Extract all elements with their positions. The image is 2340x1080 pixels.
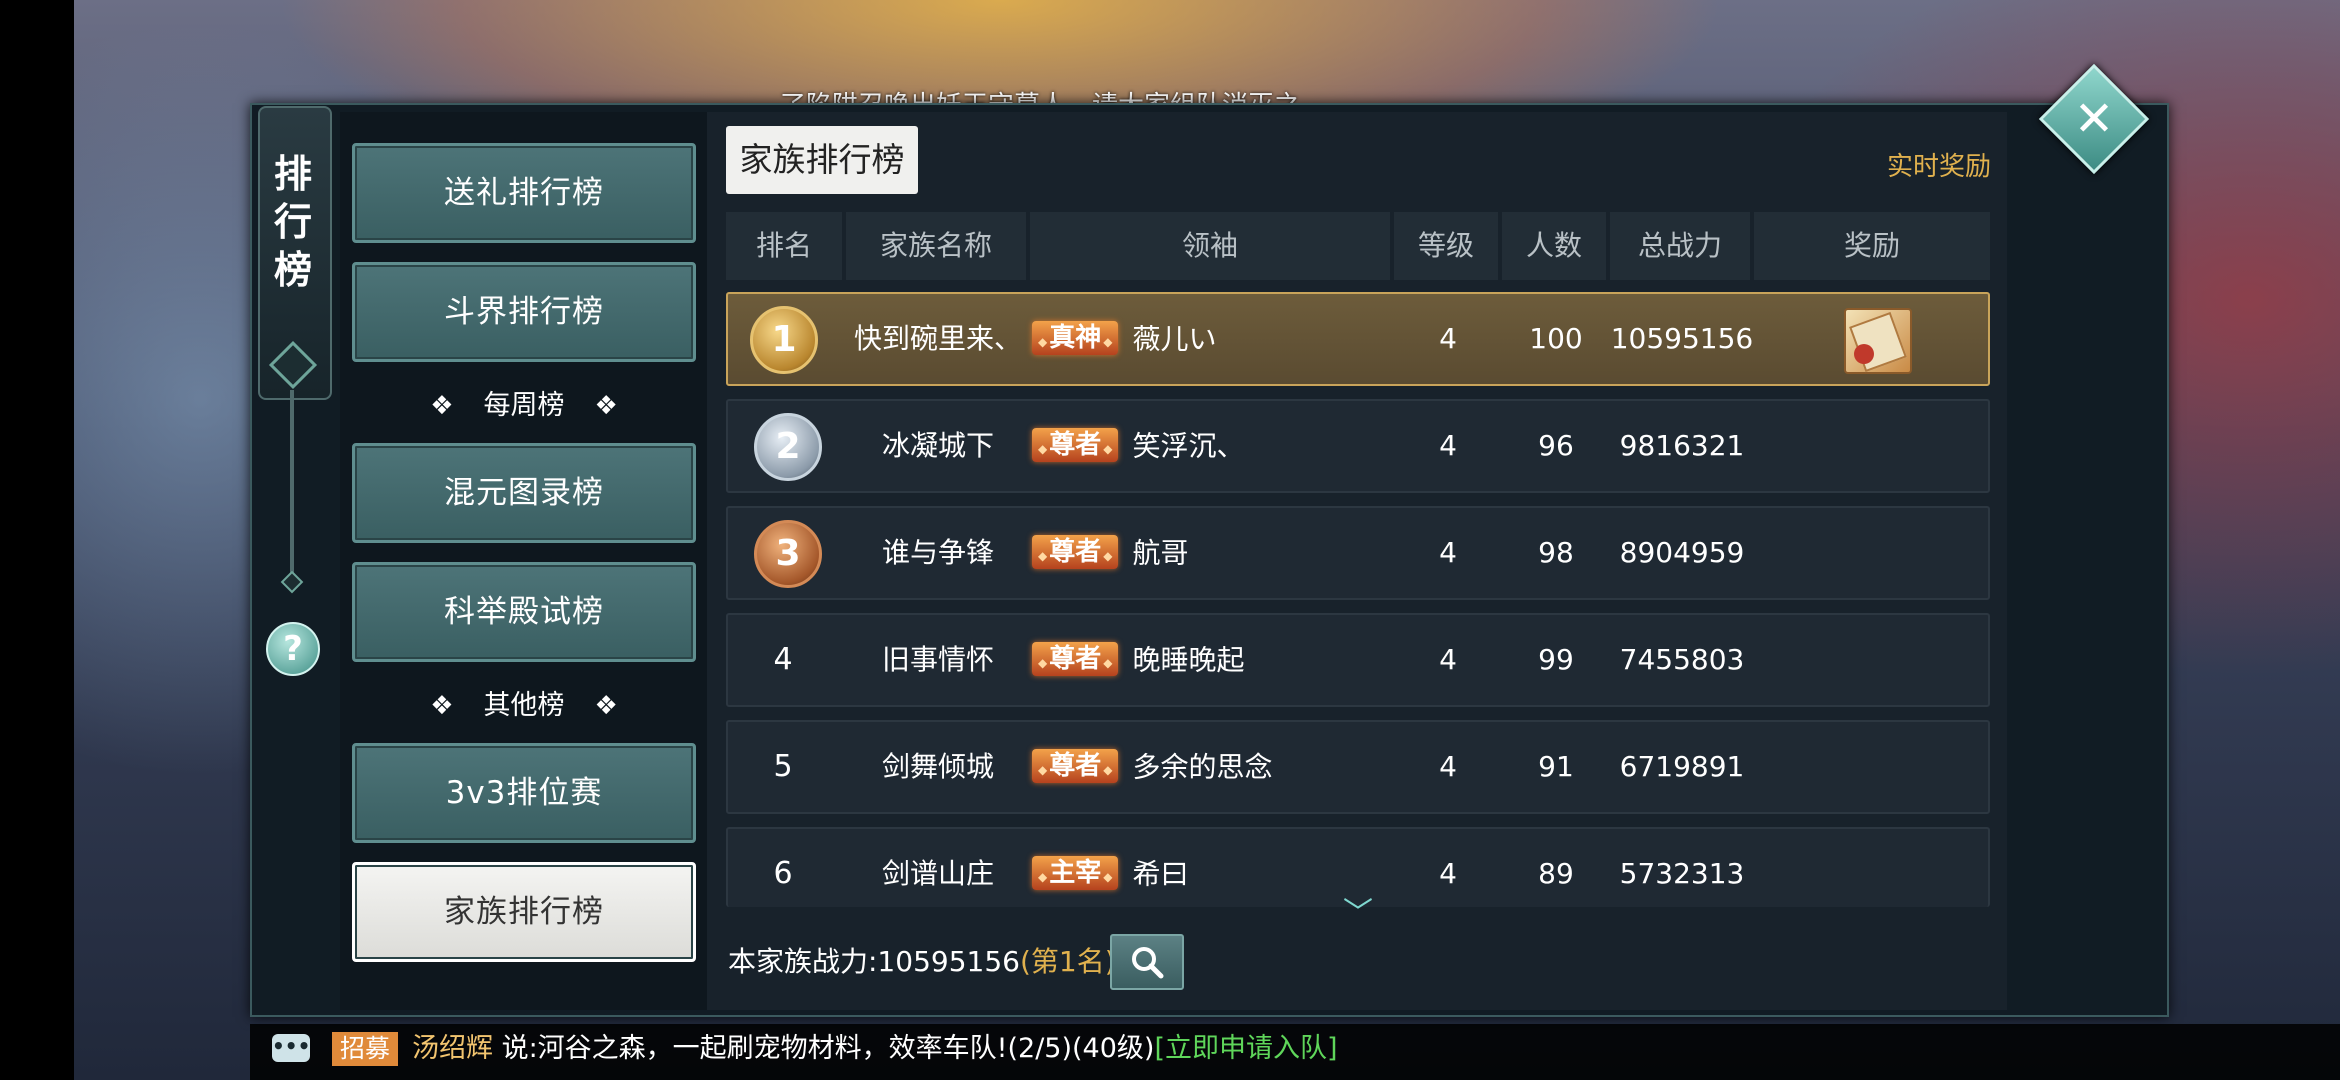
diamond-icon: ❖ — [594, 391, 618, 421]
title-badge: 尊者 — [1032, 534, 1119, 569]
menu-family-ranking[interactable]: 家族排行榜 — [352, 862, 696, 962]
level-value: 4 — [1439, 429, 1457, 462]
rank-value: 5 — [773, 749, 793, 784]
gold-medal-icon: 1 — [750, 306, 818, 374]
scroll-reward-icon[interactable] — [1844, 308, 1912, 374]
col-level: 等级 — [1394, 212, 1498, 280]
col-family: 家族名称 — [846, 212, 1026, 280]
family-name: 剑谱山庄 — [881, 857, 994, 890]
power-value: 5732313 — [1619, 857, 1745, 890]
silver-medal-icon: 2 — [754, 413, 822, 481]
table-row[interactable]: 2 冰凝城下 尊者笑浮沉、 4 96 9816321 — [726, 399, 1990, 493]
title-badge: 尊者 — [1032, 641, 1119, 676]
table-row[interactable]: 3 谁与争锋 尊者航哥 4 98 8904959 — [726, 506, 1990, 600]
col-rank: 排名 — [726, 212, 842, 280]
level-value: 4 — [1439, 750, 1457, 783]
family-name: 冰凝城下 — [881, 429, 994, 462]
power-value: 7455803 — [1619, 643, 1745, 676]
left-letterbox — [0, 0, 74, 1080]
family-rank: (第1名) — [1019, 945, 1116, 978]
members-value: 96 — [1538, 429, 1574, 462]
chat-channel-tag: 招募 — [332, 1032, 399, 1066]
level-value: 4 — [1439, 857, 1457, 890]
leader-name: 薇儿い — [1132, 322, 1217, 356]
own-family-power: 本家族战力:10595156(第1名) — [728, 940, 1116, 980]
family-name: 剑舞倾城 — [881, 750, 994, 783]
title-badge: 真神 — [1032, 320, 1119, 355]
leader-name: 航哥 — [1132, 536, 1189, 570]
power-value: 6719891 — [1619, 750, 1745, 783]
family-power-label: 本家族战力:10595156 — [728, 945, 1020, 978]
col-leader: 领袖 — [1030, 212, 1390, 280]
diamond-icon: ❖ — [594, 691, 618, 721]
title-badge: 主宰 — [1032, 855, 1119, 890]
panel-title: 家族排行榜 — [726, 126, 918, 194]
table-row[interactable]: 4 旧事情怀 尊者晚睡晚起 4 99 7455803 — [726, 613, 1990, 707]
title-badge: 尊者 — [1032, 748, 1119, 783]
leader-name: 希曰 — [1132, 857, 1189, 891]
menu-3v3-ranking[interactable]: 3v3排位赛 — [352, 743, 696, 843]
section-other: ❖ 其他榜 ❖ — [352, 681, 696, 731]
power-value: 8904959 — [1619, 536, 1745, 569]
rank-value: 4 — [773, 642, 793, 677]
menu-gift-ranking[interactable]: 送礼排行榜 — [352, 143, 696, 243]
members-value: 98 — [1538, 536, 1574, 569]
join-team-link[interactable]: [立即申请入队] — [1154, 1033, 1337, 1064]
members-value: 99 — [1538, 643, 1574, 676]
leader-name: 晚睡晚起 — [1132, 643, 1245, 677]
table-header: 排名 家族名称 领袖 等级 人数 总战力 奖励 — [726, 212, 1992, 280]
rail-divider — [290, 390, 294, 580]
chat-message: 汤绍辉 说:河谷之森，一起刷宠物材料，效率车队!(2/5)(40级)[立即申请入… — [412, 1030, 1338, 1068]
rank-value: 6 — [773, 856, 793, 891]
chat-text: 说:河谷之森，一起刷宠物材料，效率车队!(2/5)(40级) — [493, 1033, 1155, 1064]
family-name: 旧事情怀 — [881, 643, 994, 676]
col-power: 总战力 — [1610, 212, 1750, 280]
leader-name: 多余的思念 — [1132, 750, 1273, 784]
power-value: 9816321 — [1619, 429, 1745, 462]
menu-arena-ranking[interactable]: 斗界排行榜 — [352, 262, 696, 362]
realtime-reward-link[interactable]: 实时奖励 — [1887, 146, 1991, 183]
leader-cell: 尊者晚睡晚起 — [1032, 615, 1245, 705]
help-button[interactable]: ? — [266, 622, 320, 676]
section-label: 每周榜 — [483, 390, 565, 421]
diamond-icon: ❖ — [430, 691, 454, 721]
level-value: 4 — [1439, 536, 1457, 569]
family-name: 快到碗里来、 — [853, 322, 1022, 355]
members-value: 91 — [1538, 750, 1574, 783]
section-label: 其他榜 — [483, 690, 565, 721]
family-name: 谁与争锋 — [881, 536, 994, 569]
search-button[interactable] — [1110, 934, 1184, 990]
menu-atlas-ranking[interactable]: 混元图录榜 — [352, 443, 696, 543]
table-row[interactable]: 5 剑舞倾城 尊者多余的思念 4 91 6719891 — [726, 720, 1990, 814]
col-reward: 奖励 — [1754, 212, 1990, 280]
chat-sender[interactable]: 汤绍辉 — [412, 1033, 493, 1064]
leader-name: 笑浮沉、 — [1132, 429, 1245, 463]
leader-cell: 尊者多余的思念 — [1032, 722, 1273, 812]
leader-cell: 真神薇儿い — [1032, 294, 1217, 384]
col-members: 人数 — [1502, 212, 1606, 280]
section-weekly: ❖ 每周榜 ❖ — [352, 381, 696, 431]
power-value: 10595156 — [1610, 322, 1754, 355]
title-badge: 尊者 — [1032, 427, 1119, 462]
chevron-down-icon[interactable]: ﹀ — [1330, 899, 1386, 929]
chat-bubble-icon[interactable]: ••• — [272, 1034, 310, 1062]
members-value: 100 — [1529, 322, 1583, 355]
leader-cell: 尊者航哥 — [1032, 508, 1189, 598]
diamond-icon: ❖ — [430, 391, 454, 421]
table-row[interactable]: 1 快到碗里来、 真神薇儿い 4 100 10595156 — [726, 292, 1990, 386]
menu-exam-ranking[interactable]: 科举殿试榜 — [352, 562, 696, 662]
leader-cell: 尊者笑浮沉、 — [1032, 401, 1245, 491]
bronze-medal-icon: 3 — [754, 520, 822, 588]
members-value: 89 — [1538, 857, 1574, 890]
close-icon[interactable]: ✕ — [2055, 80, 2133, 158]
table-row[interactable]: 6 剑谱山庄 主宰希曰 4 89 5732313 — [726, 827, 1990, 907]
panel-vertical-title: 排行榜 — [273, 152, 312, 292]
level-value: 4 — [1439, 643, 1457, 676]
search-icon — [1132, 947, 1164, 979]
level-value: 4 — [1439, 322, 1457, 355]
leader-cell: 主宰希曰 — [1032, 829, 1189, 919]
